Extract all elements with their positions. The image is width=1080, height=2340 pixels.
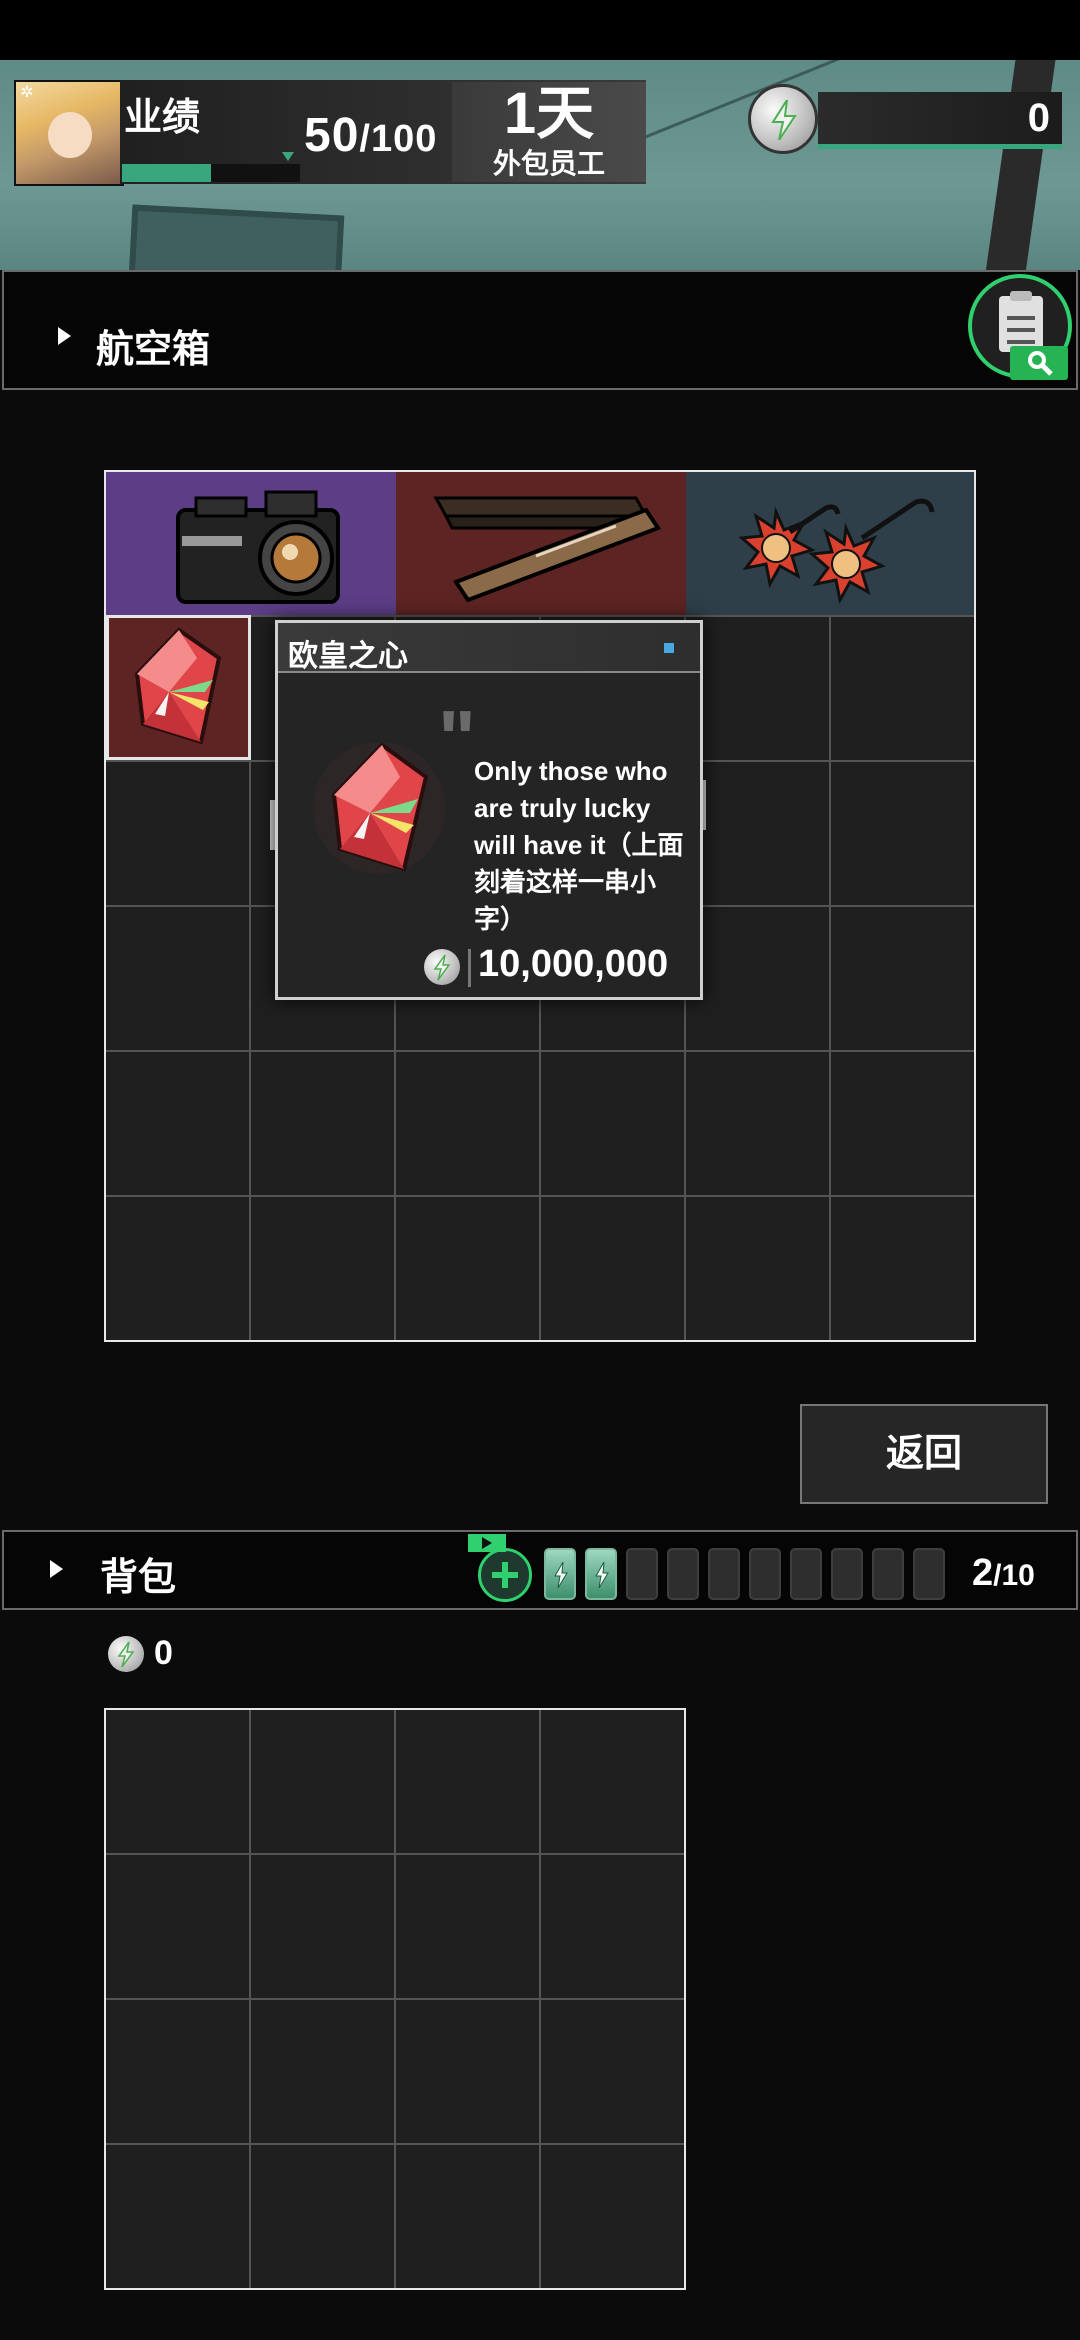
bag-grid[interactable] <box>104 1708 686 2290</box>
selected-crystal-item[interactable] <box>106 615 251 760</box>
performance-value: 50/100 <box>304 108 437 163</box>
battery-empty-icon <box>667 1548 699 1600</box>
bag-count: 2/10 <box>972 1552 1035 1595</box>
camera-icon <box>176 490 340 604</box>
money-underline <box>818 144 1062 149</box>
avatar-face <box>48 112 92 158</box>
battery-empty-icon <box>749 1548 781 1600</box>
status-bar <box>0 0 1080 60</box>
red-crystal-icon <box>313 742 445 874</box>
job-title: 外包员工 <box>492 148 605 179</box>
performance-max: /100 <box>359 118 438 160</box>
tooltip-title: 欧皇之心 <box>288 640 408 673</box>
day-value: 1天 <box>503 81 595 146</box>
sun-glasses-item[interactable] <box>686 472 974 615</box>
clipboard-line <box>1007 328 1035 332</box>
performance-current: 50 <box>304 109 360 162</box>
battery-empty-icon <box>872 1548 904 1600</box>
bag-money: 0 <box>154 1634 173 1672</box>
clipboard-line <box>1007 316 1035 320</box>
battery-empty-icon <box>626 1548 658 1600</box>
plus-icon <box>502 1562 508 1588</box>
performance-bar-fill <box>122 164 211 182</box>
battery-full-icon <box>585 1548 617 1600</box>
sun-glasses-icon <box>738 498 935 605</box>
lightning-coin-icon <box>748 84 818 154</box>
battery-empty-icon <box>790 1548 822 1600</box>
bag-count-current: 2 <box>972 1552 994 1594</box>
red-crystal-icon <box>134 627 222 745</box>
battery-empty-icon <box>708 1548 740 1600</box>
rarity-indicator <box>664 643 674 653</box>
gear-icon[interactable]: ✲ <box>18 84 36 102</box>
price-separator <box>468 949 471 987</box>
money-value: 0 <box>1027 96 1050 140</box>
performance-marker-icon <box>282 152 294 161</box>
tooltip-description: Only those who are truly lucky will have… <box>474 756 684 934</box>
magnifier-icon <box>1010 346 1068 380</box>
return-button[interactable]: 返回 <box>800 1404 1048 1504</box>
battery-empty-icon <box>831 1548 863 1600</box>
expand-icon <box>58 327 71 345</box>
bag-count-max: /10 <box>993 1559 1035 1592</box>
item-tooltip: 欧皇之心 " Only those who are truly lucky wi… <box>275 620 703 1000</box>
battery-full-icon <box>544 1548 576 1600</box>
video-ad-icon <box>468 1534 506 1552</box>
expand-icon <box>50 1560 63 1578</box>
add-capacity-button[interactable] <box>478 1548 532 1602</box>
lightning-coin-icon <box>108 1636 144 1672</box>
bag-title: 背包 <box>100 1557 177 1599</box>
tooltip-price: 10,000,000 <box>478 943 669 985</box>
avatar[interactable]: ✲ <box>14 80 124 186</box>
background-decoration <box>127 204 345 270</box>
performance-label: 业绩 <box>124 97 201 139</box>
crate-title: 航空箱 <box>96 329 211 371</box>
wooden-sign-item[interactable] <box>396 472 686 615</box>
wooden-sign-icon <box>433 496 662 603</box>
clipboard-clip <box>1010 291 1032 301</box>
lightning-coin-icon <box>424 949 460 985</box>
camera-item[interactable] <box>106 472 396 615</box>
battery-empty-icon <box>913 1548 945 1600</box>
clipboard-line <box>1007 340 1035 344</box>
